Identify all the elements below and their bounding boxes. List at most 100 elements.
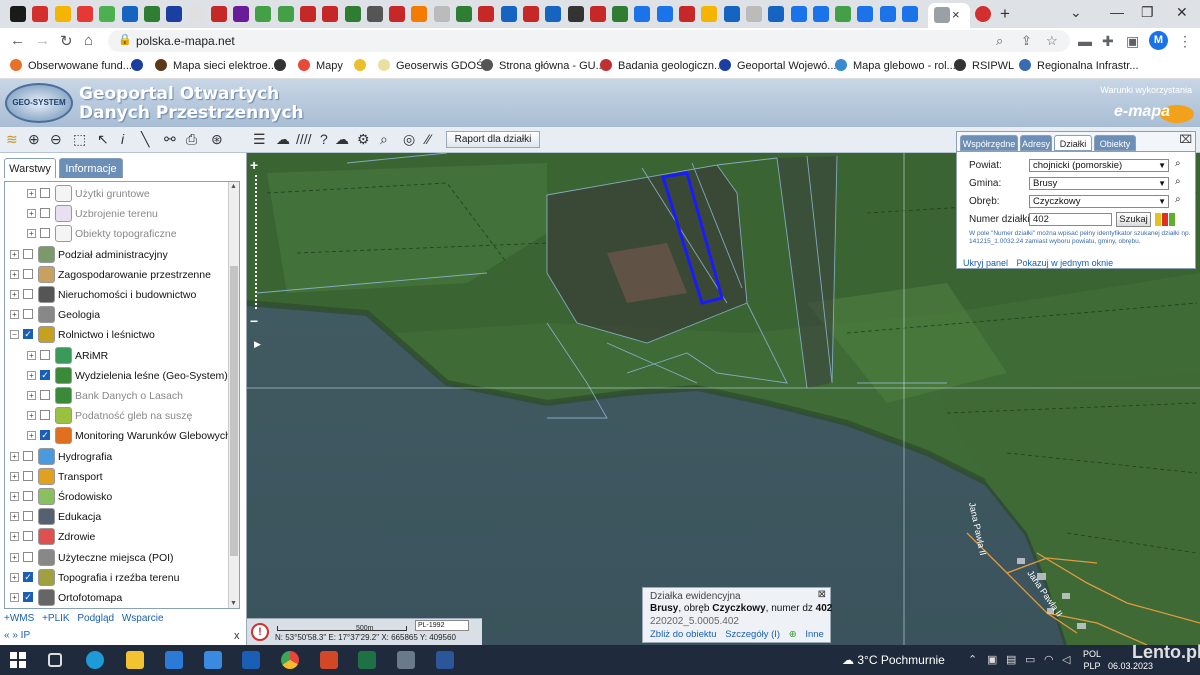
expand-icon[interactable]: + bbox=[27, 370, 36, 380]
wifi-icon[interactable]: ◠ bbox=[1044, 653, 1054, 666]
media-icon[interactable]: ▬ bbox=[1078, 33, 1092, 49]
chevron-down-icon[interactable]: ⌄ bbox=[1070, 4, 1082, 21]
expand-icon[interactable]: + bbox=[10, 552, 19, 562]
layer-row[interactable]: + Uzbrojenie terenu bbox=[5, 204, 230, 224]
close-window-icon[interactable]: ✕ bbox=[1176, 4, 1188, 21]
maximize-icon[interactable]: ❐ bbox=[1141, 4, 1154, 21]
pinned-tab-icon[interactable] bbox=[522, 6, 539, 22]
layer-checkbox[interactable] bbox=[23, 491, 33, 501]
close-icon[interactable]: ⊠ bbox=[818, 589, 826, 600]
pinned-tab-icon[interactable] bbox=[790, 6, 807, 22]
layer-checkbox[interactable]: ✓ bbox=[23, 329, 33, 340]
pinned-tab-icon[interactable] bbox=[322, 6, 339, 22]
other-link[interactable]: Inne bbox=[805, 629, 824, 640]
pinned-tab-icon[interactable] bbox=[99, 6, 116, 22]
expand-icon[interactable]: + bbox=[27, 189, 36, 198]
bookmark-item[interactable]: Geoserwis GDOŚ bbox=[378, 59, 483, 72]
tab-coordinates[interactable]: Współrzędne bbox=[960, 135, 1018, 151]
pinned-tab-icon[interactable] bbox=[456, 6, 472, 22]
panel-close-icon[interactable]: x bbox=[234, 630, 240, 642]
pinned-tab-icon[interactable] bbox=[500, 6, 517, 22]
layer-row[interactable]: + Zagospodarowanie przestrzenne bbox=[5, 265, 230, 285]
hatch-icon[interactable]: //// bbox=[296, 131, 312, 147]
pinned-tab-icon[interactable] bbox=[812, 6, 829, 22]
pinned-tab-icon[interactable] bbox=[411, 6, 428, 22]
bookmark-item[interactable] bbox=[354, 59, 372, 72]
explorer-icon[interactable] bbox=[126, 651, 144, 669]
parcel-number-input[interactable]: 402 bbox=[1029, 213, 1112, 226]
forward-icon[interactable]: → bbox=[35, 32, 50, 49]
address-bar[interactable]: 🔒 polska.e-mapa.net ⌕ ⇪ ☆ bbox=[108, 30, 1070, 52]
pinned-tab-icon[interactable] bbox=[389, 6, 406, 22]
expand-icon[interactable]: + bbox=[10, 451, 19, 461]
layer-checkbox[interactable] bbox=[23, 268, 33, 279]
layer-scrollbar[interactable]: ▲ ▼ bbox=[228, 182, 239, 608]
star-icon[interactable]: ☆ bbox=[1046, 33, 1058, 49]
crs-select[interactable]: PL-1992 bbox=[415, 620, 469, 631]
pinned-tab-icon[interactable] bbox=[433, 6, 450, 22]
layer-checkbox[interactable] bbox=[40, 390, 50, 400]
pinned-tab-icon[interactable] bbox=[277, 6, 294, 22]
color-swatch-yellow[interactable] bbox=[1155, 213, 1161, 226]
bookmark-item[interactable]: Regionalna Infrastr... bbox=[1019, 59, 1139, 72]
pinned-tab-icon[interactable] bbox=[478, 6, 495, 22]
pinned-tab-icon[interactable] bbox=[879, 6, 896, 22]
layer-checkbox[interactable] bbox=[40, 349, 50, 360]
layer-checkbox[interactable] bbox=[23, 248, 33, 259]
layer-row[interactable]: + ✓ Topografia i rzeźba terenu bbox=[5, 568, 230, 588]
pointer-icon[interactable]: ↖ bbox=[97, 131, 109, 148]
layer-checkbox[interactable] bbox=[23, 531, 33, 542]
expand-icon[interactable]: + bbox=[10, 269, 19, 279]
expand-icon[interactable]: + bbox=[10, 532, 19, 542]
wms-link[interactable]: +WMS bbox=[4, 613, 34, 624]
layer-row[interactable]: + Geologia bbox=[5, 305, 230, 325]
pinned-tab-icon[interactable] bbox=[299, 6, 316, 22]
bookmark-item[interactable]: Strona główna - GU... bbox=[481, 59, 605, 72]
layer-checkbox[interactable] bbox=[23, 551, 33, 562]
tab-close-icon[interactable]: × bbox=[952, 7, 960, 22]
pinned-tab-icon[interactable] bbox=[10, 6, 26, 22]
brand-label[interactable]: e-mapa bbox=[1114, 103, 1170, 121]
bookmark-item[interactable] bbox=[274, 59, 292, 72]
layer-checkbox[interactable]: ✓ bbox=[40, 369, 50, 380]
tray-chevron-icon[interactable]: ⌃ bbox=[968, 653, 977, 666]
print-icon[interactable]: ⎙ bbox=[186, 131, 197, 148]
extensions-icon[interactable]: ✚ bbox=[1102, 33, 1114, 50]
profile-avatar[interactable]: M bbox=[1149, 31, 1168, 50]
search-button[interactable]: Szukaj bbox=[1116, 212, 1151, 227]
layer-row[interactable]: + Środowisko bbox=[5, 487, 230, 507]
pinned-tab-icon[interactable] bbox=[768, 6, 785, 22]
pinned-tab-icon[interactable] bbox=[656, 6, 673, 22]
pinned-tab-icon[interactable] bbox=[835, 6, 852, 22]
link-icon[interactable]: ⚯ bbox=[164, 131, 176, 148]
powiat-select[interactable]: chojnicki (pomorskie) ▼ bbox=[1029, 159, 1169, 172]
volume-icon[interactable]: ◁ bbox=[1062, 653, 1070, 666]
expand-icon[interactable]: + bbox=[10, 249, 19, 259]
preview-link[interactable]: Podgląd bbox=[77, 613, 114, 624]
mail-icon[interactable] bbox=[204, 651, 222, 669]
cloud-icon[interactable]: ☁ bbox=[335, 131, 349, 148]
single-window-link[interactable]: Pokazuj w jednym oknie bbox=[1017, 258, 1114, 268]
layer-checkbox[interactable] bbox=[40, 410, 50, 421]
store-icon[interactable] bbox=[165, 651, 183, 669]
pinned-tab-icon[interactable] bbox=[143, 6, 160, 22]
layer-row[interactable]: + Transport bbox=[5, 467, 230, 487]
layer-checkbox[interactable] bbox=[40, 228, 50, 239]
layer-checkbox[interactable] bbox=[23, 289, 33, 299]
pinned-tab-icon[interactable] bbox=[589, 6, 606, 22]
tab-info[interactable]: Informacje bbox=[59, 158, 123, 178]
expand-icon[interactable]: + bbox=[27, 350, 36, 360]
layer-row[interactable]: + ✓ Monitoring Warunków Glebowych bbox=[5, 426, 231, 446]
comment-icon[interactable]: ☁ bbox=[276, 131, 290, 148]
tray-app-icon[interactable]: ▣ bbox=[987, 653, 997, 666]
geo-system-logo[interactable]: GEO-SYSTEM bbox=[5, 83, 73, 123]
support-link[interactable]: Wsparcie bbox=[122, 613, 164, 624]
pinned-tab-icon[interactable] bbox=[32, 6, 49, 22]
layers-icon[interactable]: ≋ bbox=[6, 131, 18, 148]
expand-icon[interactable]: + bbox=[10, 290, 19, 299]
active-tab[interactable]: × bbox=[928, 3, 970, 28]
layer-row[interactable]: − ✓ Rolnictwo i leśnictwo bbox=[5, 325, 230, 345]
zoom-minus-button[interactable]: − bbox=[250, 313, 258, 329]
word-icon[interactable] bbox=[436, 651, 454, 669]
pinned-tab-icon[interactable] bbox=[76, 6, 93, 22]
